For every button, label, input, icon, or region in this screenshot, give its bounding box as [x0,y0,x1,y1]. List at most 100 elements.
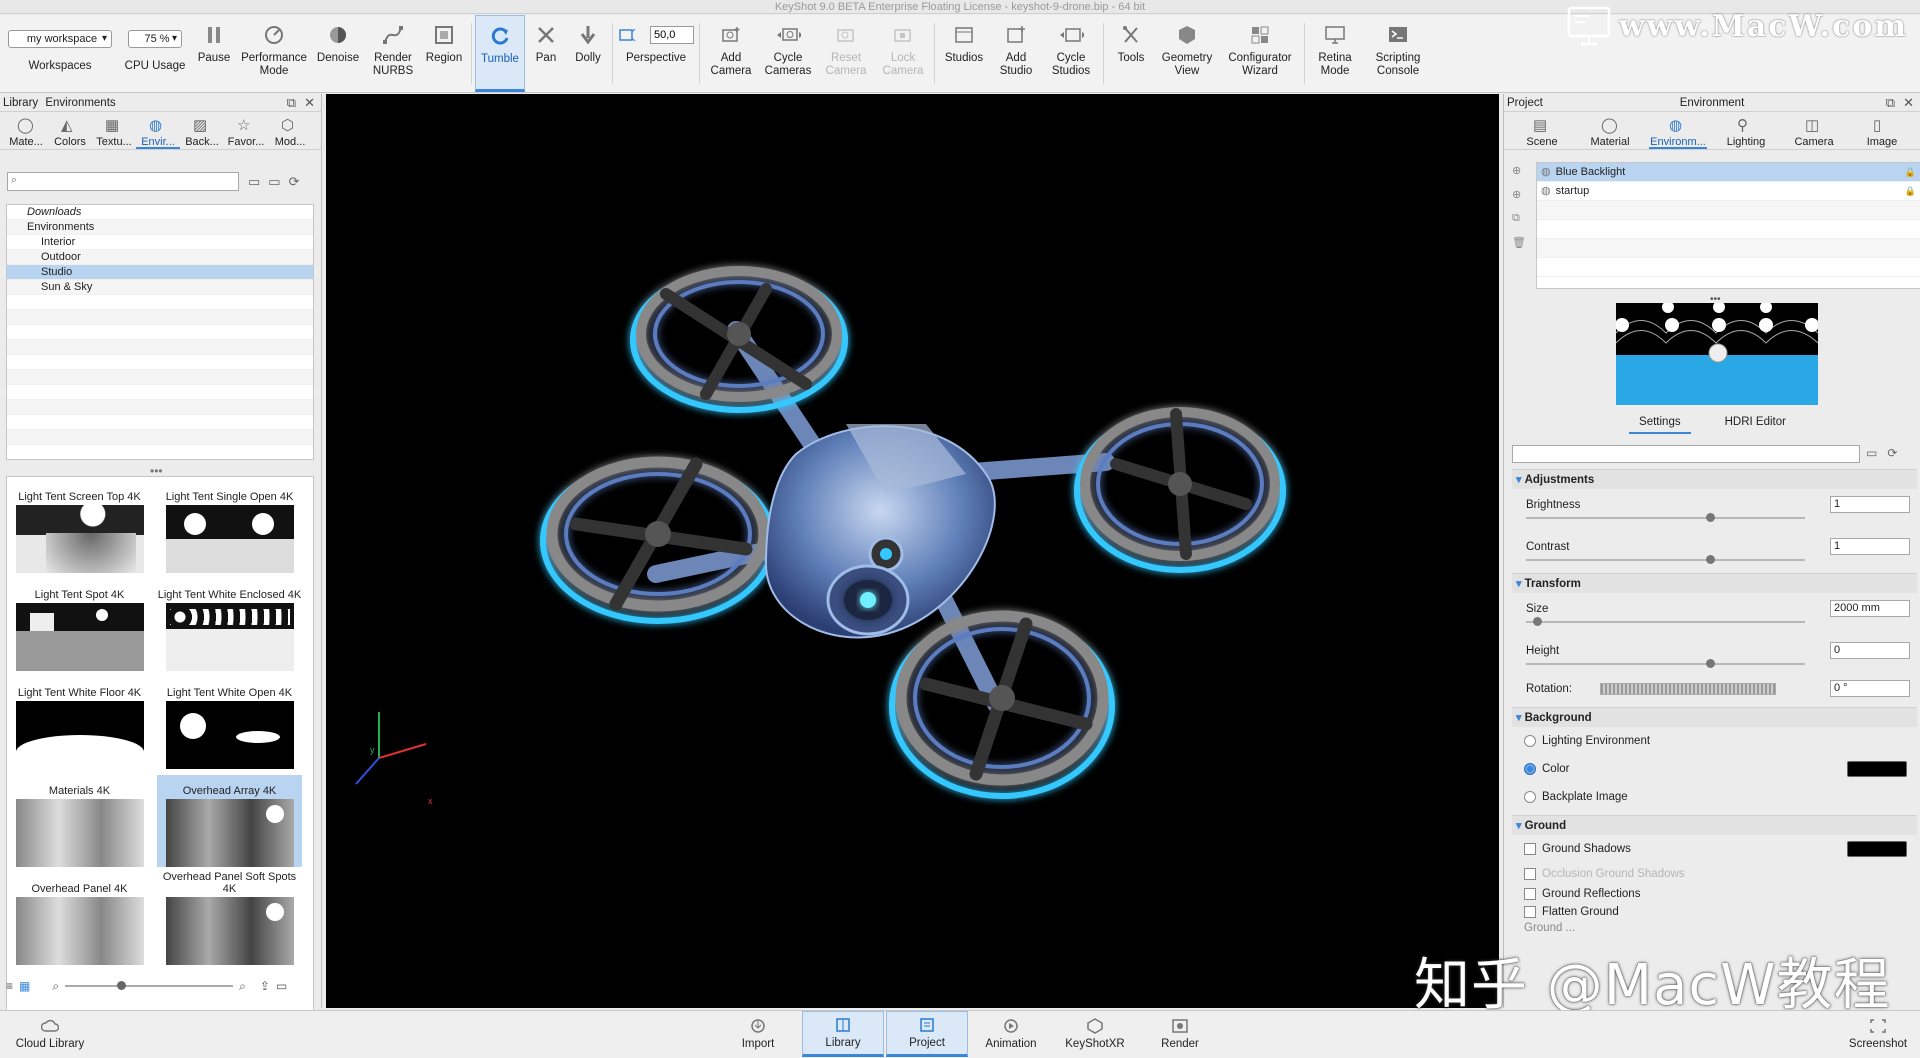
environment-thumbnail[interactable]: Overhead Panel Soft Spots 4K [157,871,302,965]
tools-button[interactable]: Tools [1107,15,1155,92]
rotation-input[interactable]: 0 ° [1830,680,1910,697]
tree-item[interactable]: Studio [7,265,313,280]
open-folder-icon[interactable]: ▭ [1866,446,1877,460]
background-section[interactable]: Background [1512,707,1917,727]
brightness-slider[interactable] [1526,513,1805,522]
refresh-icon[interactable]: ⟳ [289,174,300,190]
folder-icon[interactable]: ▭ [276,979,287,993]
add-camera-button[interactable]: Add Camera [703,15,759,92]
cpu-usage-control[interactable]: 75 % CPU Usage [120,15,190,92]
ground-shadows-option[interactable]: Ground Shadows [1512,835,1917,863]
adjustments-section[interactable]: Adjustments [1512,469,1917,489]
add-environment-icon[interactable]: ⊕ [1512,164,1530,177]
tab-hdri-editor[interactable]: HDRI Editor [1715,416,1796,434]
region-button[interactable]: Region [420,15,468,92]
library-tab-2[interactable]: ▦ Textu... [92,112,136,149]
reset-camera-button[interactable]: Reset Camera [817,15,875,92]
geometry-view-button[interactable]: Geometry View [1155,15,1219,92]
ground-reflections-checkbox[interactable] [1524,888,1536,900]
occlusion-shadows-checkbox[interactable] [1524,868,1536,880]
thumbnail-size-slider[interactable] [65,981,234,990]
transform-section[interactable]: Transform [1512,573,1917,593]
radio-lighting-environment[interactable] [1524,735,1536,747]
import-button[interactable]: Import [717,1011,799,1057]
close-icon[interactable]: ✕ [304,95,315,111]
project-tab-0[interactable]: ▤ Scene [1513,112,1571,149]
environment-thumbnail[interactable]: Light Tent Single Open 4K [157,481,302,573]
render-button[interactable]: Render [1139,1011,1221,1057]
lock-camera-button[interactable]: Lock Camera [875,15,931,92]
library-tab-6[interactable]: ⬡ Mod... [268,112,312,149]
tumble-button[interactable]: Tumble [475,15,525,92]
undock-icon[interactable]: ⧉ [287,95,296,111]
hdri-preview[interactable] [1616,303,1818,405]
environment-list-item[interactable]: ◍ startup 🔒 [1537,182,1920,201]
environment-thumbnail[interactable]: Light Tent White Open 4K [157,677,302,769]
tree-item[interactable]: Outdoor [7,250,313,265]
height-input[interactable]: 0 [1830,642,1910,659]
brightness-input[interactable]: 1 [1830,496,1910,513]
render-nurbs-button[interactable]: Render NURBS [366,15,420,92]
library-tab-3[interactable]: ◍ Envir... [136,112,180,149]
tree-item[interactable]: Interior [7,235,313,250]
bg-option-color[interactable]: Color [1512,755,1917,783]
field-of-view-input[interactable] [650,26,694,44]
library-tab-4[interactable]: ▨ Back... [180,112,224,149]
project-tab-5[interactable]: ▯ Image [1853,112,1911,149]
radio-backplate-image[interactable] [1524,791,1536,803]
duplicate-environment-icon[interactable]: ⊕ [1512,188,1530,201]
cloud-library-button[interactable]: Cloud Library [10,1011,90,1057]
project-tab-4[interactable]: ◫ Camera [1785,112,1843,149]
ground-section[interactable]: Ground [1512,815,1917,835]
environment-thumbnail[interactable]: Light Tent Screen Top 4K [7,481,152,573]
performance-mode-button[interactable]: Performance Mode [238,15,310,92]
environment-thumbnail[interactable]: Overhead Panel 4K [7,873,152,965]
open-folder-icon[interactable]: ▭ [248,174,260,190]
dolly-button[interactable]: Dolly [567,15,609,92]
library-search-input[interactable] [7,172,239,191]
render-viewport[interactable]: y x [326,94,1499,1008]
tree-item[interactable]: Environments [7,220,313,235]
list-view-icon[interactable]: ≡ [6,979,13,993]
environment-thumbnail[interactable]: Overhead Array 4K [157,775,302,867]
upload-icon[interactable]: ⇪ [260,979,270,993]
background-color-swatch[interactable] [1847,761,1907,777]
tree-item[interactable]: Sun & Sky [7,280,313,295]
environment-thumbnail[interactable]: Materials 4K [7,775,152,867]
zoom-out-icon[interactable]: ⌕ [52,979,59,994]
configurator-wizard-button[interactable]: Configurator Wizard [1219,15,1301,92]
environment-thumbnail[interactable]: Light Tent Spot 4K [7,579,152,671]
screenshot-button[interactable]: Screenshot [1838,1011,1918,1057]
size-slider[interactable] [1526,617,1805,626]
workspaces-control[interactable]: my workspace Workspaces [0,15,120,92]
bg-option-backplate[interactable]: Backplate Image [1512,783,1917,811]
environment-thumbnail[interactable]: Light Tent White Floor 4K [7,677,152,769]
lock-icon[interactable]: 🔒 [1905,182,1916,201]
add-studio-button[interactable]: Add Studio [990,15,1042,92]
pause-button[interactable]: Pause [190,15,238,92]
tab-settings[interactable]: Settings [1629,416,1691,434]
cpu-usage-select[interactable]: 75 % [128,30,182,48]
library-tab-1[interactable]: ◭ Colors [48,112,92,149]
ground-shadow-color-swatch[interactable] [1847,841,1907,857]
height-slider[interactable] [1526,659,1805,668]
library-button[interactable]: Library [802,1011,884,1057]
radio-color[interactable] [1524,763,1536,775]
grid-view-icon[interactable]: ▦ [19,979,30,993]
environment-list-item[interactable]: ◍ Blue Backlight 🔒 [1537,163,1920,182]
keyshotxr-button[interactable]: KeyShotXR [1054,1011,1136,1057]
library-tab-5[interactable]: ☆ Favor... [224,112,268,149]
rotation-dial[interactable] [1600,683,1776,695]
ground-shadows-checkbox[interactable] [1524,843,1536,855]
contrast-slider[interactable] [1526,555,1805,564]
trash-icon[interactable]: 🗑 [1512,236,1530,249]
environment-path-field[interactable] [1512,445,1860,463]
size-input[interactable]: 2000 mm [1830,600,1910,617]
denoise-button[interactable]: Denoise [310,15,366,92]
cycle-studios-button[interactable]: Cycle Studios [1042,15,1100,92]
tree-item[interactable]: Downloads [7,205,313,220]
project-button[interactable]: Project [886,1011,968,1057]
animation-button[interactable]: Animation [970,1011,1052,1057]
close-icon[interactable]: ✕ [1903,95,1914,111]
copy-environment-icon[interactable]: ⧉ [1512,212,1530,225]
